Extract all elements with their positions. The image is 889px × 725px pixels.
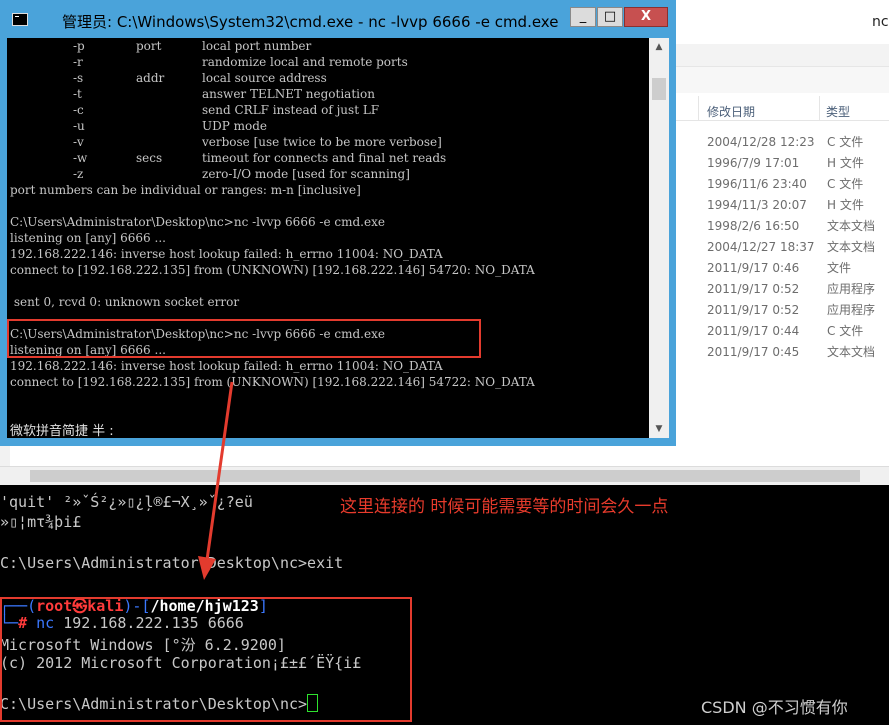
terminal-line: »▯¦mτ¾þi£ (0, 513, 82, 531)
help-line: -p port local port number (73, 39, 312, 53)
ime-status-bar: 微软拼音简捷 半 : (10, 424, 114, 438)
scrollbar-thumb[interactable] (652, 78, 666, 100)
file-row[interactable]: 1998/2/6 16:50 文本文档 (707, 217, 875, 234)
console-line: sent 0, rcvd 0: unknown socket error (10, 295, 240, 309)
cmd-titlebar[interactable]: 管理员: C:\Windows\System32\cmd.exe - nc -l… (0, 0, 676, 38)
column-modified-date[interactable]: 修改日期 (707, 103, 755, 120)
cmd-vertical-scrollbar[interactable]: ▲ ▼ (649, 38, 669, 438)
explorer-title: nc (872, 14, 889, 30)
console-line: C:\Users\Administrator\Desktop\nc>nc -lv… (10, 215, 385, 229)
highlight-box-listening (7, 319, 481, 358)
scroll-up-icon[interactable]: ▲ (652, 40, 666, 54)
explorer-address-bar[interactable] (676, 66, 889, 93)
console-line: connect to [192.168.222.135] from (UNKNO… (10, 263, 535, 277)
file-row[interactable]: 2011/9/17 0:52 应用程序 (707, 301, 875, 318)
scroll-down-icon[interactable]: ▼ (652, 422, 666, 436)
file-row[interactable]: 2011/9/17 0:45 文本文档 (707, 343, 875, 360)
file-row[interactable]: 2004/12/27 18:37 文本文档 (707, 238, 875, 255)
help-line: -s addr local source address (73, 71, 327, 85)
file-row[interactable]: 1996/11/6 23:40 C 文件 (707, 175, 863, 192)
highlight-box-connection (0, 597, 412, 722)
terminal-line: C:\Users\Administrator\Desktop\nc>exit (0, 554, 344, 572)
csdn-watermark: CSDN @不习惯有你 (701, 698, 848, 717)
help-line: -w secs timeout for connects and final net… (73, 151, 447, 165)
maximize-button[interactable]: □ (597, 7, 623, 27)
console-line: connect to [192.168.222.135] from (UNKNO… (10, 375, 535, 389)
terminal-line: 'quit' ²»ˇŚ²¿»▯¿ļ®£¬Χ¸»ˇ¿?eü (0, 493, 253, 511)
console-line: 192.168.222.146: inverse host lookup fai… (10, 359, 443, 373)
annotation-text: 这里连接的 时候可能需要等的时间会久一点 (340, 497, 669, 517)
help-line: -r randomize local and remote ports (73, 55, 408, 69)
console-line: listening on [any] 6666 ... (10, 231, 166, 245)
cmd-app-icon[interactable] (12, 13, 28, 26)
help-line: -v verbose [use twice to be more verbose] (73, 135, 442, 149)
minimize-button[interactable]: _ (570, 7, 596, 27)
help-line: -c send CRLF instead of just LF (73, 103, 380, 117)
file-row[interactable]: 2004/12/28 12:23 C 文件 (707, 133, 863, 150)
help-line: -t answer TELNET negotiation (73, 87, 375, 101)
file-row[interactable]: 2011/9/17 0:52 应用程序 (707, 280, 875, 297)
help-line: -u UDP mode (73, 119, 268, 133)
console-line: port numbers can be individual or ranges… (10, 183, 361, 197)
column-type[interactable]: 类型 (826, 103, 850, 120)
file-row[interactable]: 1994/11/3 20:07 H 文件 (707, 196, 864, 213)
file-row[interactable]: 2011/9/17 0:46 文件 (707, 259, 851, 276)
cmd-window-title: 管理员: C:\Windows\System32\cmd.exe - nc -l… (62, 13, 559, 31)
explorer-titlebar (676, 0, 889, 44)
close-button[interactable]: X (624, 7, 668, 27)
scrollbar-thumb[interactable] (30, 470, 860, 482)
console-line: 192.168.222.146: inverse host lookup fai… (10, 247, 443, 261)
cmd-window: 管理员: C:\Windows\System32\cmd.exe - nc -l… (0, 0, 676, 446)
file-row[interactable]: 1996/7/9 17:01 H 文件 (707, 154, 864, 171)
file-row[interactable]: 2011/9/17 0:44 C 文件 (707, 322, 863, 339)
help-line: -z zero-I/O mode [used for scanning] (73, 167, 410, 181)
cmd-console[interactable]: -p port local port number -r randomize loca… (7, 38, 649, 438)
explorer-horizontal-scrollbar[interactable] (0, 466, 889, 485)
